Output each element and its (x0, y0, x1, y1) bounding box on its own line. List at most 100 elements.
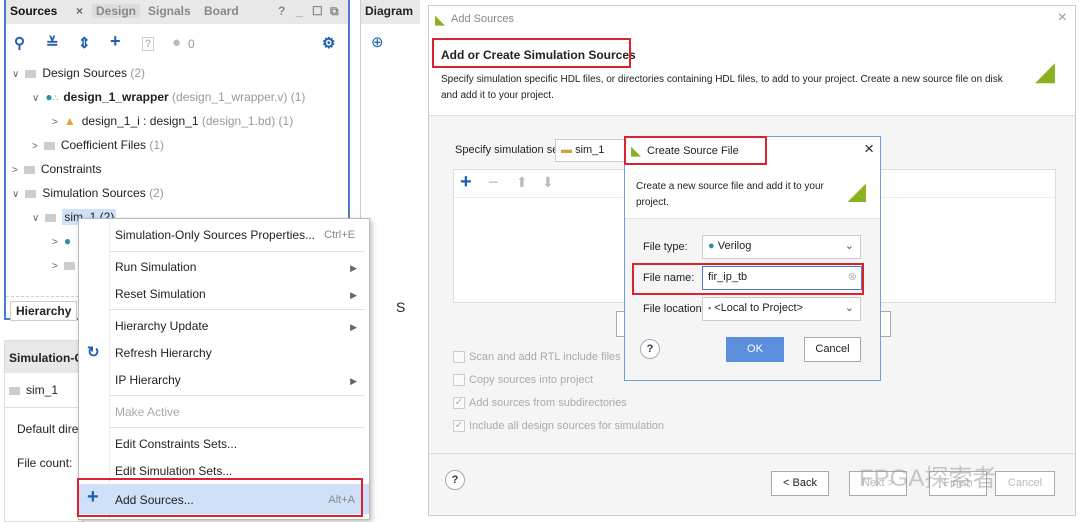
tab-board[interactable]: Board (204, 4, 239, 18)
close-icon[interactable]: × (76, 4, 83, 18)
shortcut: Ctrl+E (324, 229, 355, 241)
search-icon[interactable]: ⚲ (14, 34, 25, 52)
menu-item-run-simulation[interactable]: Run Simulation (115, 260, 196, 274)
remove-icon[interactable]: − (488, 172, 499, 193)
file-count-label: File count: (17, 456, 73, 470)
tree-constraints[interactable]: > Constraints (12, 162, 102, 176)
move-up-icon[interactable]: ⬆ (516, 174, 528, 191)
help-icon[interactable]: ? (278, 4, 285, 18)
scan-rtl-checkbox[interactable] (453, 351, 465, 363)
tree-simulation-sources[interactable]: ∨ Simulation Sources (2) (12, 186, 164, 200)
default-directory-label: Default directory: (17, 422, 108, 436)
zoom-in-icon[interactable]: ⊕ (371, 33, 384, 51)
tree-sim-child-2[interactable]: > (52, 258, 81, 272)
highlight-box (632, 263, 864, 295)
gear-icon[interactable]: ⚙ (322, 34, 335, 52)
close-icon[interactable]: × (864, 139, 874, 159)
context-menu: Simulation-Only Sources Properties... Ct… (78, 218, 370, 520)
label: Coefficient Files (60, 138, 146, 152)
tree-sim-child-1[interactable]: > ● (52, 234, 71, 248)
copy-sources-checkbox[interactable] (453, 374, 465, 386)
submenu-arrow-icon: ▶ (350, 290, 357, 300)
menu-item-reset-simulation[interactable]: Reset Simulation (115, 287, 206, 301)
label: design_1_wrapper (63, 90, 169, 104)
maximize-icon[interactable]: ☐ (312, 4, 323, 18)
menu-item-properties[interactable]: Simulation-Only Sources Properties... (115, 228, 315, 242)
highlight-box (624, 136, 767, 165)
stray-text: S (396, 299, 406, 315)
properties-icon[interactable]: ? (142, 37, 154, 51)
submenu-arrow-icon: ▶ (350, 376, 357, 386)
file-location-select[interactable]: ▪ <Local to Project> ⌄ (702, 297, 861, 321)
copy-sources-label: Copy sources into project (469, 374, 594, 386)
highlight-box (432, 38, 631, 68)
status-dot-icon: ● (172, 34, 182, 51)
dialog-title: Add Sources (451, 13, 514, 25)
refresh-icon: ↻ (87, 344, 100, 361)
cancel-button[interactable]: Cancel (804, 337, 861, 362)
tab-diagram[interactable]: Diagram (361, 0, 420, 24)
count: (2) (149, 186, 164, 200)
tab-design[interactable]: Design (92, 4, 141, 18)
menu-item-ip-hierarchy[interactable]: IP Hierarchy (115, 373, 181, 387)
sources-tabbar: Sources × Design Signals Board ? _ ☐ ⧉ (6, 0, 348, 24)
count: (2) (130, 66, 146, 80)
block-design-icon: ▲ (63, 114, 76, 128)
tree-design-wrapper[interactable]: ∨ ●∴ design_1_wrapper (design_1_wrapper.v)… (32, 90, 305, 104)
tree-design-1-i[interactable]: > ▲ design_1_i : design_1 (design_1.bd) (1… (52, 114, 293, 128)
help-button[interactable]: ? (445, 470, 465, 490)
count: (1) (149, 138, 165, 152)
submenu-arrow-icon: ▶ (350, 322, 357, 332)
dialog-description: Specify simulation specific HDL files, o… (441, 74, 1003, 101)
collapse-all-icon[interactable]: ≚ (46, 34, 59, 52)
create-dialog-description: Create a new source file and add it to y… (636, 181, 824, 208)
vivado-logo-icon: ◣ (435, 12, 445, 27)
cancel-button[interactable]: Cancel (995, 471, 1055, 496)
file-type-select[interactable]: ● Verilog ⌄ (702, 235, 861, 259)
add-file-icon[interactable]: + (460, 171, 472, 194)
move-down-icon[interactable]: ⬇ (542, 174, 554, 191)
back-button[interactable]: < Back (771, 471, 829, 496)
xilinx-logo-icon: ◢ (1035, 56, 1055, 86)
properties-title: Simulation-Only Sources Properties (5, 341, 83, 373)
tab-signals[interactable]: Signals (148, 4, 191, 18)
watermark: FPGA探索者 (859, 465, 997, 492)
menu-item-edit-simulation-sets[interactable]: Edit Simulation Sets... (115, 464, 232, 478)
add-icon[interactable]: + (110, 31, 121, 52)
tab-hierarchy[interactable]: Hierarchy (10, 301, 78, 321)
sim-set-label: Specify simulation set: (455, 144, 565, 156)
xilinx-logo-icon: ◢ (847, 178, 866, 205)
tree-coefficient-files[interactable]: > Coefficient Files (1) (32, 138, 164, 152)
close-icon[interactable]: × (1058, 9, 1067, 27)
properties-item: sim_1 (26, 383, 59, 397)
properties-panel: Simulation-Only Sources Properties sim_1… (4, 340, 108, 522)
file-location-label: File location: (643, 303, 705, 315)
chevron-down-icon: ⌄ (844, 240, 854, 252)
menu-item-make-active: Make Active (115, 405, 180, 419)
tab-sources[interactable]: Sources (10, 4, 57, 18)
label: Simulation Sources (42, 186, 146, 200)
issue-count: 0 (188, 37, 195, 51)
subdirectories-checkbox[interactable]: ✓ (453, 397, 465, 409)
menu-item-refresh-hierarchy[interactable]: Refresh Hierarchy (115, 346, 212, 360)
label: Constraints (40, 162, 102, 176)
label: design_1_i : design_1 (81, 114, 199, 128)
float-icon[interactable]: ⧉ (330, 4, 339, 19)
sim-set-select[interactable]: ▬ sim_1 (555, 139, 635, 162)
create-source-file-dialog: ◣ Create Source File × Create a new sour… (624, 136, 881, 381)
highlight-box (77, 478, 363, 517)
menu-item-hierarchy-update[interactable]: Hierarchy Update (115, 319, 208, 333)
help-button[interactable]: ? (640, 339, 660, 359)
hierarchy-icon: ∴ (52, 93, 59, 103)
ok-button[interactable]: OK (726, 337, 784, 362)
verilog-icon: ● (45, 90, 53, 104)
subdirectories-label: Add sources from subdirectories (469, 397, 627, 409)
include-design-sources-checkbox[interactable]: ✓ (453, 420, 465, 432)
file-type-label: File type: (643, 241, 688, 253)
expand-all-icon[interactable]: ⇕ (78, 34, 91, 52)
detail: (design_1_wrapper.v) (1) (172, 90, 306, 104)
file-type-value: Verilog (717, 240, 752, 252)
menu-item-edit-constraints-sets[interactable]: Edit Constraints Sets... (115, 437, 237, 451)
tree-design-sources[interactable]: ∨ Design Sources (2) (12, 66, 145, 80)
minimize-icon[interactable]: _ (296, 4, 303, 18)
